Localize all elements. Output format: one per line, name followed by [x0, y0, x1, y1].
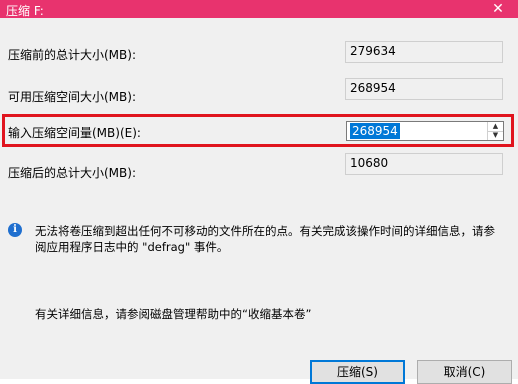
available-space-label: 可用压缩空间大小(MB): [8, 90, 136, 104]
shrink-amount-input[interactable]: 268954 ▲ ▼ [346, 121, 504, 141]
shrink-button[interactable]: 压缩(S) [310, 360, 405, 384]
info-icon: i [8, 223, 22, 237]
total-before-field: 279634 [345, 41, 503, 63]
title-bar: 压缩 F: ✕ [0, 0, 518, 18]
shrink-amount-value[interactable]: 268954 [350, 123, 400, 139]
total-before-label: 压缩前的总计大小(MB): [8, 48, 136, 62]
info-text: 无法将卷压缩到超出任何不可移动的文件所在的点。有关完成该操作时间的详细信息，请参… [35, 224, 495, 254]
more-info-text: 有关详细信息，请参阅磁盘管理帮助中的“收缩基本卷” [35, 307, 312, 321]
close-icon[interactable]: ✕ [478, 0, 518, 18]
window-title: 压缩 F: [6, 4, 44, 18]
shrink-amount-label: 输入压缩空间量(MB)(E): [8, 126, 141, 140]
spin-buttons: ▲ ▼ [487, 122, 503, 140]
spin-down-icon[interactable]: ▼ [488, 131, 503, 140]
cancel-button[interactable]: 取消(C) [417, 360, 512, 384]
total-after-label: 压缩后的总计大小(MB): [8, 166, 136, 180]
total-after-field: 10680 [345, 153, 503, 175]
shrink-dialog: 压缩前的总计大小(MB): 279634 可用压缩空间大小(MB): 26895… [0, 18, 518, 384]
available-space-field: 268954 [345, 78, 503, 100]
